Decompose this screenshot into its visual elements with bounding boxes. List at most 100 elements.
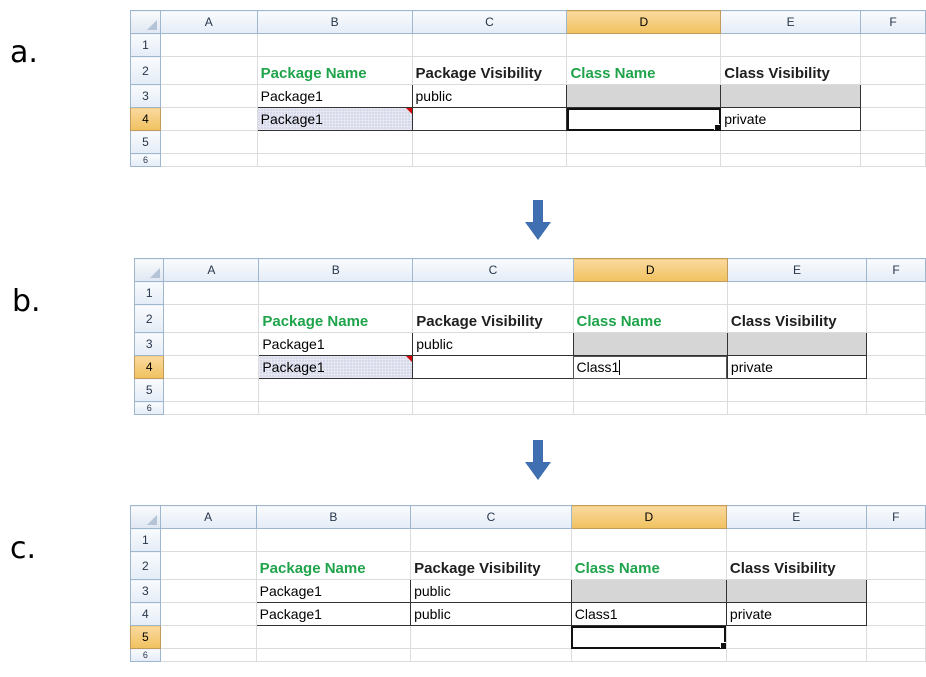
cell-c3[interactable]: public	[411, 84, 568, 108]
column-header-c[interactable]: C	[412, 258, 574, 282]
cell-b1[interactable]	[258, 281, 414, 305]
column-header-c[interactable]: C	[410, 505, 572, 529]
cell-c3[interactable]: public	[410, 579, 572, 603]
cell-d3[interactable]	[570, 579, 727, 603]
fill-handle[interactable]	[719, 642, 726, 648]
row-header-6[interactable]: 6	[130, 153, 161, 167]
row-header-6[interactable]: 6	[130, 648, 161, 662]
cell-a3[interactable]	[159, 84, 258, 108]
row-header-4[interactable]: 4	[130, 602, 161, 626]
row-header-3[interactable]: 3	[134, 332, 165, 356]
cell-b3[interactable]: Package1	[255, 579, 412, 603]
cell-f2[interactable]	[865, 551, 926, 580]
cell-b1[interactable]	[255, 528, 412, 552]
row-header-3[interactable]: 3	[130, 84, 161, 108]
header-class-name[interactable]: Class Name	[570, 551, 727, 580]
cell-a3[interactable]	[163, 332, 260, 356]
cell-a2[interactable]	[163, 304, 260, 333]
cell-a4[interactable]	[159, 107, 258, 131]
cell-f2[interactable]	[860, 56, 926, 85]
cell-c5[interactable]	[412, 378, 574, 402]
cell-b5[interactable]	[255, 625, 412, 649]
cell-d6[interactable]	[572, 401, 728, 415]
cell-a3[interactable]	[159, 579, 257, 603]
cell-e1[interactable]	[726, 281, 868, 305]
column-header-b[interactable]: B	[258, 258, 414, 282]
cell-f2[interactable]	[866, 304, 926, 333]
row-header-6[interactable]: 6	[134, 401, 165, 415]
fill-handle[interactable]	[714, 124, 720, 130]
select-all-corner[interactable]	[130, 10, 161, 34]
cell-e6[interactable]	[720, 153, 862, 167]
cell-b4[interactable]: Package1	[256, 107, 413, 131]
cell-e1[interactable]	[725, 528, 867, 552]
header-package-visibility[interactable]: Package Visibility	[410, 551, 572, 580]
select-all-corner[interactable]	[134, 258, 165, 282]
cell-d6[interactable]	[566, 153, 722, 167]
cell-c6[interactable]	[412, 401, 574, 415]
header-package-visibility[interactable]: Package Visibility	[412, 304, 574, 333]
cell-f3[interactable]	[866, 332, 926, 356]
cell-f1[interactable]	[860, 33, 926, 57]
cell-d1[interactable]	[572, 281, 728, 305]
cell-e6[interactable]	[725, 648, 867, 662]
cell-d6[interactable]	[570, 648, 727, 662]
cell-d4[interactable]: Class1	[570, 602, 727, 626]
column-header-d[interactable]: D	[566, 10, 722, 34]
cell-b3[interactable]: Package1	[256, 84, 413, 108]
cell-e3[interactable]	[726, 332, 868, 356]
cell-d5[interactable]	[572, 378, 728, 402]
cell-a6[interactable]	[159, 648, 257, 662]
cell-d5[interactable]	[566, 130, 722, 154]
column-header-d[interactable]: D	[572, 258, 728, 282]
cell-f4[interactable]	[866, 355, 926, 379]
row-header-1[interactable]: 1	[134, 281, 165, 305]
cell-b6[interactable]	[255, 648, 412, 662]
header-class-visibility[interactable]: Class Visibility	[726, 304, 868, 333]
cell-f6[interactable]	[860, 153, 926, 167]
column-header-e[interactable]: E	[725, 505, 867, 529]
cell-c6[interactable]	[411, 153, 568, 167]
cell-f1[interactable]	[866, 281, 926, 305]
header-class-name[interactable]: Class Name	[572, 304, 728, 333]
column-header-d[interactable]: D	[570, 505, 727, 529]
header-package-name[interactable]: Package Name	[258, 304, 414, 333]
cell-b4[interactable]: Package1	[258, 355, 414, 379]
cell-f6[interactable]	[866, 401, 926, 415]
cell-a1[interactable]	[159, 528, 257, 552]
row-header-3[interactable]: 3	[130, 579, 161, 603]
cell-e6[interactable]	[726, 401, 868, 415]
cell-a4[interactable]	[163, 355, 260, 379]
cell-b4[interactable]: Package1	[255, 602, 412, 626]
cell-e4[interactable]: private	[720, 107, 862, 131]
cell-c1[interactable]	[412, 281, 574, 305]
cell-f5[interactable]	[865, 625, 926, 649]
cell-c1[interactable]	[410, 528, 572, 552]
cell-e5[interactable]	[720, 130, 862, 154]
cell-f5[interactable]	[860, 130, 926, 154]
cell-f3[interactable]	[860, 84, 926, 108]
cell-d4-editing[interactable]: Class1	[572, 355, 728, 379]
header-package-visibility[interactable]: Package Visibility	[411, 56, 568, 85]
row-header-4[interactable]: 4	[130, 107, 161, 131]
column-header-a[interactable]: A	[159, 10, 258, 34]
cell-a5[interactable]	[159, 130, 258, 154]
cell-b6[interactable]	[256, 153, 413, 167]
row-header-2[interactable]: 2	[130, 56, 161, 85]
cell-b5[interactable]	[258, 378, 414, 402]
header-class-name[interactable]: Class Name	[566, 56, 722, 85]
row-header-4[interactable]: 4	[134, 355, 165, 379]
cell-c4[interactable]	[412, 355, 574, 379]
cell-d5-selected[interactable]	[570, 625, 727, 649]
header-package-name[interactable]: Package Name	[255, 551, 412, 580]
cell-f1[interactable]	[865, 528, 926, 552]
cell-c4[interactable]: public	[410, 602, 572, 626]
column-header-a[interactable]: A	[159, 505, 257, 529]
cell-a4[interactable]	[159, 602, 257, 626]
cell-c6[interactable]	[410, 648, 572, 662]
cell-c4[interactable]	[411, 107, 568, 131]
cell-e5[interactable]	[725, 625, 867, 649]
cell-e4[interactable]: private	[725, 602, 867, 626]
cell-d3[interactable]	[566, 84, 722, 108]
cell-e5[interactable]	[726, 378, 868, 402]
